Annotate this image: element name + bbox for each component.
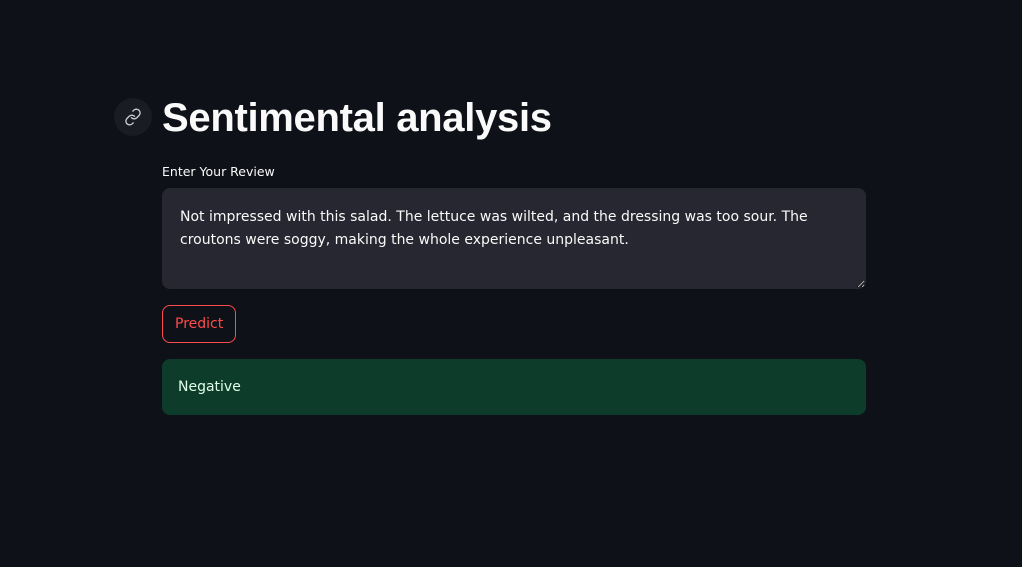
review-field-label: Enter Your Review: [162, 164, 275, 179]
page-title: Sentimental analysis: [162, 96, 552, 140]
link-icon: [125, 108, 141, 126]
app-page: Sentimental analysis Enter Your Review N…: [0, 0, 1022, 567]
predict-button[interactable]: Predict: [162, 305, 237, 343]
review-textarea[interactable]: Not impressed with this salad. The lettu…: [162, 188, 866, 289]
prediction-result-alert: Negative: [162, 359, 866, 415]
header-anchor-link[interactable]: [114, 98, 152, 136]
prediction-result-text: Negative: [178, 379, 241, 395]
